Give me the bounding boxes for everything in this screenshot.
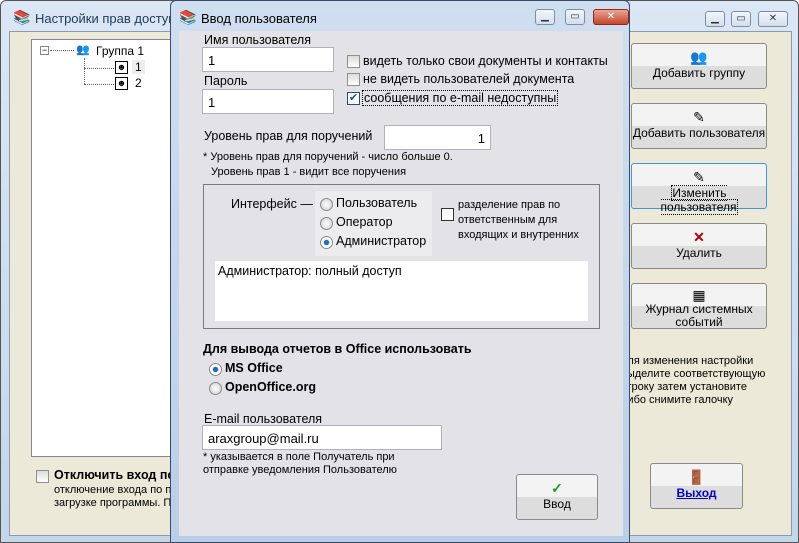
- interface-radio-group: Пользователь Оператор Администратор: [315, 191, 432, 256]
- user-icon: ☻: [115, 77, 128, 90]
- level-note: Уровень прав 1 - видит все поручения: [211, 166, 407, 178]
- table-icon: ▦: [692, 287, 706, 303]
- own-docs-label: видеть только свои документы и контакты: [363, 54, 608, 68]
- user-dialog: 📚 Ввод пользователя ▁ ▭ ✕ Имя пользовате…: [170, 0, 630, 543]
- radio-openoffice[interactable]: [209, 382, 222, 395]
- email-note: отправке уведомления Пользователю: [203, 464, 397, 476]
- password-label: Пароль: [204, 74, 248, 88]
- app-icon: 📚: [179, 9, 197, 25]
- office-label: Для вывода отчетов в Office использовать: [203, 342, 472, 356]
- exit-button[interactable]: 🚪 Выход: [650, 463, 743, 509]
- exit-door-icon: 🚪: [687, 469, 706, 485]
- rights-tree[interactable]: − 👥 Группа 1 ☻ 1 ☻ 2: [31, 39, 181, 457]
- checkmark-icon: ✓: [551, 480, 563, 496]
- user-edit-icon: ✎: [693, 109, 705, 125]
- user-edit-icon: ✎: [693, 169, 705, 185]
- maximize-button[interactable]: ▭: [731, 11, 751, 27]
- email-label: E-mail пользователя: [204, 412, 323, 426]
- level-input[interactable]: 1: [384, 125, 491, 150]
- email-disabled-label: сообщения по e-mail недоступны: [362, 90, 559, 106]
- own-docs-checkbox[interactable]: [347, 55, 360, 68]
- submit-button[interactable]: ✓ Ввод: [516, 474, 598, 520]
- app-icon: 📚: [13, 9, 31, 25]
- email-input[interactable]: araxgroup@mail.ru: [202, 425, 442, 450]
- hint-text: для изменения настройки выделите соответс…: [621, 355, 766, 406]
- radio-ms-office[interactable]: [209, 363, 222, 376]
- tree-user[interactable]: 2: [135, 76, 142, 90]
- collapse-icon[interactable]: −: [40, 46, 49, 55]
- add-group-button[interactable]: 👥 Добавить группу: [631, 43, 767, 89]
- disable-login-checkbox[interactable]: [36, 470, 49, 483]
- username-input[interactable]: 1: [202, 47, 334, 72]
- dialog-maximize-button[interactable]: ▭: [565, 9, 585, 25]
- group-icon: 👥: [76, 44, 90, 56]
- delete-button[interactable]: ✕ Удалить: [631, 223, 767, 269]
- dialog-title: Ввод пользователя: [201, 11, 317, 26]
- hide-doc-users-checkbox[interactable]: [347, 73, 360, 86]
- split-rights-checkbox[interactable]: [441, 208, 454, 221]
- dialog-body: Имя пользователя 1 Пароль 1 видеть тольк…: [179, 31, 623, 536]
- tree-user[interactable]: 1: [132, 60, 145, 74]
- radio-user[interactable]: [320, 198, 333, 211]
- radio-operator[interactable]: [320, 217, 333, 230]
- split-rights-label: разделение прав по ответственным для вхо…: [458, 199, 579, 241]
- system-log-button[interactable]: ▦ Журнал системных событий: [631, 283, 767, 329]
- group-icon: 👥: [690, 49, 708, 65]
- disable-login-desc: отключение входа по па загрузке программы…: [54, 484, 178, 509]
- level-note: * Уровень прав для поручений - число бол…: [203, 151, 453, 163]
- dialog-minimize-button[interactable]: ▁: [535, 9, 555, 25]
- tree-group[interactable]: Группа 1: [96, 44, 144, 58]
- username-label: Имя пользователя: [204, 33, 311, 47]
- disable-login-label: Отключить вход по: [54, 468, 176, 482]
- radio-admin[interactable]: [320, 236, 333, 249]
- minimize-button[interactable]: ▁: [705, 11, 725, 27]
- interface-label: Интерфейс —: [231, 197, 313, 211]
- delete-icon: ✕: [693, 229, 705, 245]
- close-button[interactable]: ✕: [758, 11, 788, 27]
- add-user-button[interactable]: ✎ Добавить пользователя: [631, 103, 767, 149]
- dialog-close-button[interactable]: ✕: [593, 9, 629, 25]
- hide-doc-users-label: не видеть пользователей документа: [363, 72, 575, 86]
- level-label: Уровень прав для поручений: [204, 129, 373, 143]
- password-input[interactable]: 1: [202, 89, 334, 114]
- main-window-title: Настройки прав доступа: [35, 11, 183, 26]
- email-note: * указывается в поле Получатель при: [203, 451, 395, 463]
- user-icon: ☻: [115, 61, 128, 74]
- interface-description: Администратор: полный доступ: [215, 261, 588, 321]
- email-disabled-checkbox[interactable]: ✔: [347, 92, 360, 105]
- interface-group: Интерфейс — Пользователь Оператор Админи…: [203, 184, 600, 329]
- edit-user-button[interactable]: ✎ Изменить пользователя: [631, 163, 767, 215]
